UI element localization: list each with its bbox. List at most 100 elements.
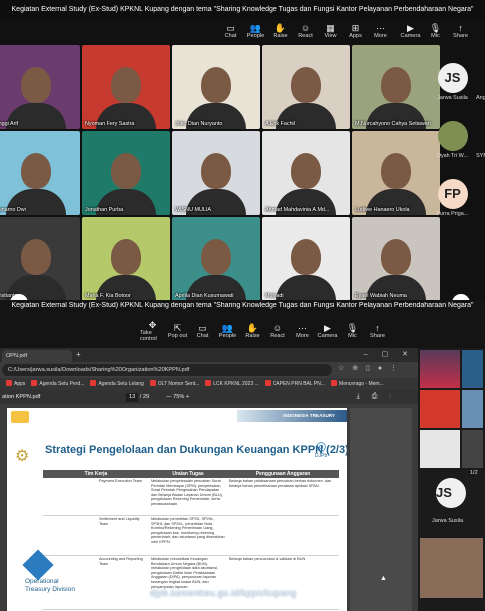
bookmark-icon (149, 380, 156, 386)
toolbar-label: React (298, 33, 313, 39)
toolbar-react-button[interactable]: ☺ React (293, 18, 318, 44)
view-icon: ▦ (326, 23, 335, 33)
pager-text[interactable]: 1/2 (470, 470, 478, 476)
more-icon: ⋯ (376, 23, 385, 33)
bookmarks-bar: Apps Agenda Setu Perd... Agenda Setu Lelan… (0, 378, 418, 390)
bookmark-item[interactable]: Apps (6, 378, 25, 390)
toolbar-share-button[interactable]: ↑ Share (448, 18, 473, 44)
participant-thumbnail (420, 390, 460, 428)
toolbar-apps-button[interactable]: ⊞ Apps (343, 18, 368, 44)
toolbar-label: Pop out (167, 333, 188, 339)
participant-name: A Erik Fachil (265, 121, 295, 127)
window-controls[interactable]: – ▢ ✕ (364, 350, 414, 358)
participant-tile[interactable]: A Erik Fachil (262, 45, 350, 129)
toolbar-pop-out-button[interactable]: ⇱ Pop out (165, 318, 190, 344)
participant-name: Furra Priga... (436, 211, 469, 217)
bookmark-label: OLT Nomor Sent... (157, 381, 200, 387)
participant-video (381, 153, 411, 189)
toolbar-mic-button[interactable]: 🎙 Mic (340, 318, 365, 344)
toolbar-more-button[interactable]: ⋯ More (368, 18, 393, 44)
toolbar-label: People (218, 333, 237, 339)
participant-video (111, 239, 141, 275)
bookmark-label: LCK KPKNL 2023 ... (213, 381, 259, 387)
react-icon: ☺ (300, 23, 311, 33)
toolbar-label: Share (453, 33, 468, 39)
participant-tile[interactable]: Sunarno Dwi (0, 131, 80, 215)
bookmark-item[interactable]: CAPEN PRN BAL PN... (264, 378, 325, 390)
toolbar-react-button[interactable]: ☺ React (265, 318, 290, 344)
participant-tile[interactable]: Kristianto... (0, 217, 80, 301)
mouse-cursor-icon: ▲ (380, 575, 387, 582)
toolbar-chat-button[interactable]: ▭ Chat (190, 318, 215, 344)
toolbar-raise-button[interactable]: ✋ Raise (268, 18, 293, 44)
bookmark-label: Agenda Setu Lelang (98, 381, 144, 387)
participant-tile[interactable]: Anggi Arif (0, 45, 80, 129)
participant-video (21, 239, 51, 275)
participant-tile[interactable]: Mulyadi (262, 217, 350, 301)
camera-icon: ▶ (407, 23, 414, 33)
avatar: JS (437, 63, 468, 93)
bookmark-item[interactable]: Agenda Setu Perd... (31, 378, 84, 390)
toolbar-label: Mic (348, 333, 357, 339)
bookmark-icon (205, 380, 212, 386)
bookmark-item[interactable]: Agenda Setu Lelang (90, 378, 144, 390)
participant-name: Nyoman Fery Sastra (85, 121, 135, 127)
toolbar-label: Camera (317, 333, 338, 339)
bookmark-item[interactable]: Mencerago - Mem... (331, 378, 384, 390)
participant-tile[interactable]: Joko Dian Nuryanto (172, 45, 260, 129)
participant-thumbnail (420, 350, 460, 388)
toolbar-view-button[interactable]: ▦ View (318, 18, 343, 44)
tab-pdf[interactable]: OPN.pdf (2, 350, 72, 362)
bookmark-label: Mencerago - Mem... (339, 381, 384, 387)
toolbar-share-button[interactable]: ↑ Share (365, 318, 390, 344)
toolbar-chat-button[interactable]: ▭ Chat (218, 18, 243, 44)
raise-hand-icon: ✋ (274, 23, 287, 33)
sidebar-participant[interactable]: FP Furra Priga... (420, 169, 485, 219)
browser-action-icons[interactable]: ☆ ⊕ ▯ ● ⋮ (338, 364, 400, 372)
page-current[interactable]: 13 (126, 393, 139, 402)
pdf-actions[interactable]: ⤓ ⎙ ⋮ (357, 390, 396, 404)
participant-tile[interactable]: Jonathan Purba (82, 131, 170, 215)
participant-tile[interactable]: Aprilia Dian Kusumawati (172, 217, 260, 301)
participant-name: Jonathan Purba (85, 207, 124, 213)
toolbar-mic-button[interactable]: 🎙 Mic (423, 18, 448, 44)
participant-tile[interactable]: Ahmad Mahdavinia A.Md... (262, 131, 350, 215)
bookmark-item[interactable]: OLT Nomor Sent... (149, 378, 200, 390)
table-cell: Melakukan rekonsiliasi Keuangan Bendahar… (151, 557, 218, 589)
treasury-emblem-icon: ⚙ (15, 448, 30, 465)
toolbar-camera-button[interactable]: ▶ Camera (315, 318, 340, 344)
toolbar-label: More (296, 333, 309, 339)
pdf-filename: ation KPPN.pdf (2, 394, 41, 400)
participant-video (21, 67, 51, 103)
url-input[interactable]: C:/Users/jarwa.susila/Downloads/Sharing%… (2, 364, 332, 376)
tab-bar: OPN.pdf + – ▢ ✕ (0, 348, 418, 362)
participant-name: Jarwa Susila (432, 518, 464, 524)
toolbar-take-control-button[interactable]: ✥ Take control (140, 318, 165, 344)
participant-video (21, 153, 51, 189)
toolbar-raise-button[interactable]: ✋ Raise (240, 318, 265, 344)
chat-icon: ▭ (226, 23, 235, 33)
participant-video (201, 67, 231, 103)
participant-tile[interactable]: Maria F. Kia Botoor (82, 217, 170, 301)
new-tab-icon[interactable]: + (76, 350, 81, 359)
toolbar-camera-button[interactable]: ▶ Camera (398, 18, 423, 44)
bookmark-icon (264, 380, 271, 386)
bookmark-item[interactable]: LCK KPKNL 2023 ... (205, 378, 259, 390)
toolbar-people-button[interactable]: 👥 People (243, 18, 268, 44)
people-icon: 👥 (249, 23, 262, 33)
meeting-window-shared: Kegiatan External Study (Ex-Stud) KPKNL … (0, 300, 485, 348)
take-control-icon: ✥ (148, 320, 157, 330)
participant-thumbnail (462, 350, 483, 388)
table-cell: Melakukan penyelesaian pencairan Surat P… (151, 479, 223, 506)
page-indicator[interactable]: 13 / 29 (126, 393, 149, 402)
column-header: Tim Kerja (84, 471, 108, 477)
participant-name: Angi (476, 95, 485, 101)
zoom-level[interactable]: — 75% + (166, 390, 189, 404)
toolbar-more-button[interactable]: ⋯ More (290, 318, 315, 344)
toolbar-people-button[interactable]: 👥 People (215, 318, 240, 344)
page-total: / 29 (139, 394, 150, 400)
participant-thumbnail (420, 430, 460, 468)
toolbar-label: People (246, 33, 265, 39)
participant-tile[interactable]: WISNU MULIA (172, 131, 260, 215)
participant-tile[interactable]: Nyoman Fery Sastra (82, 45, 170, 129)
